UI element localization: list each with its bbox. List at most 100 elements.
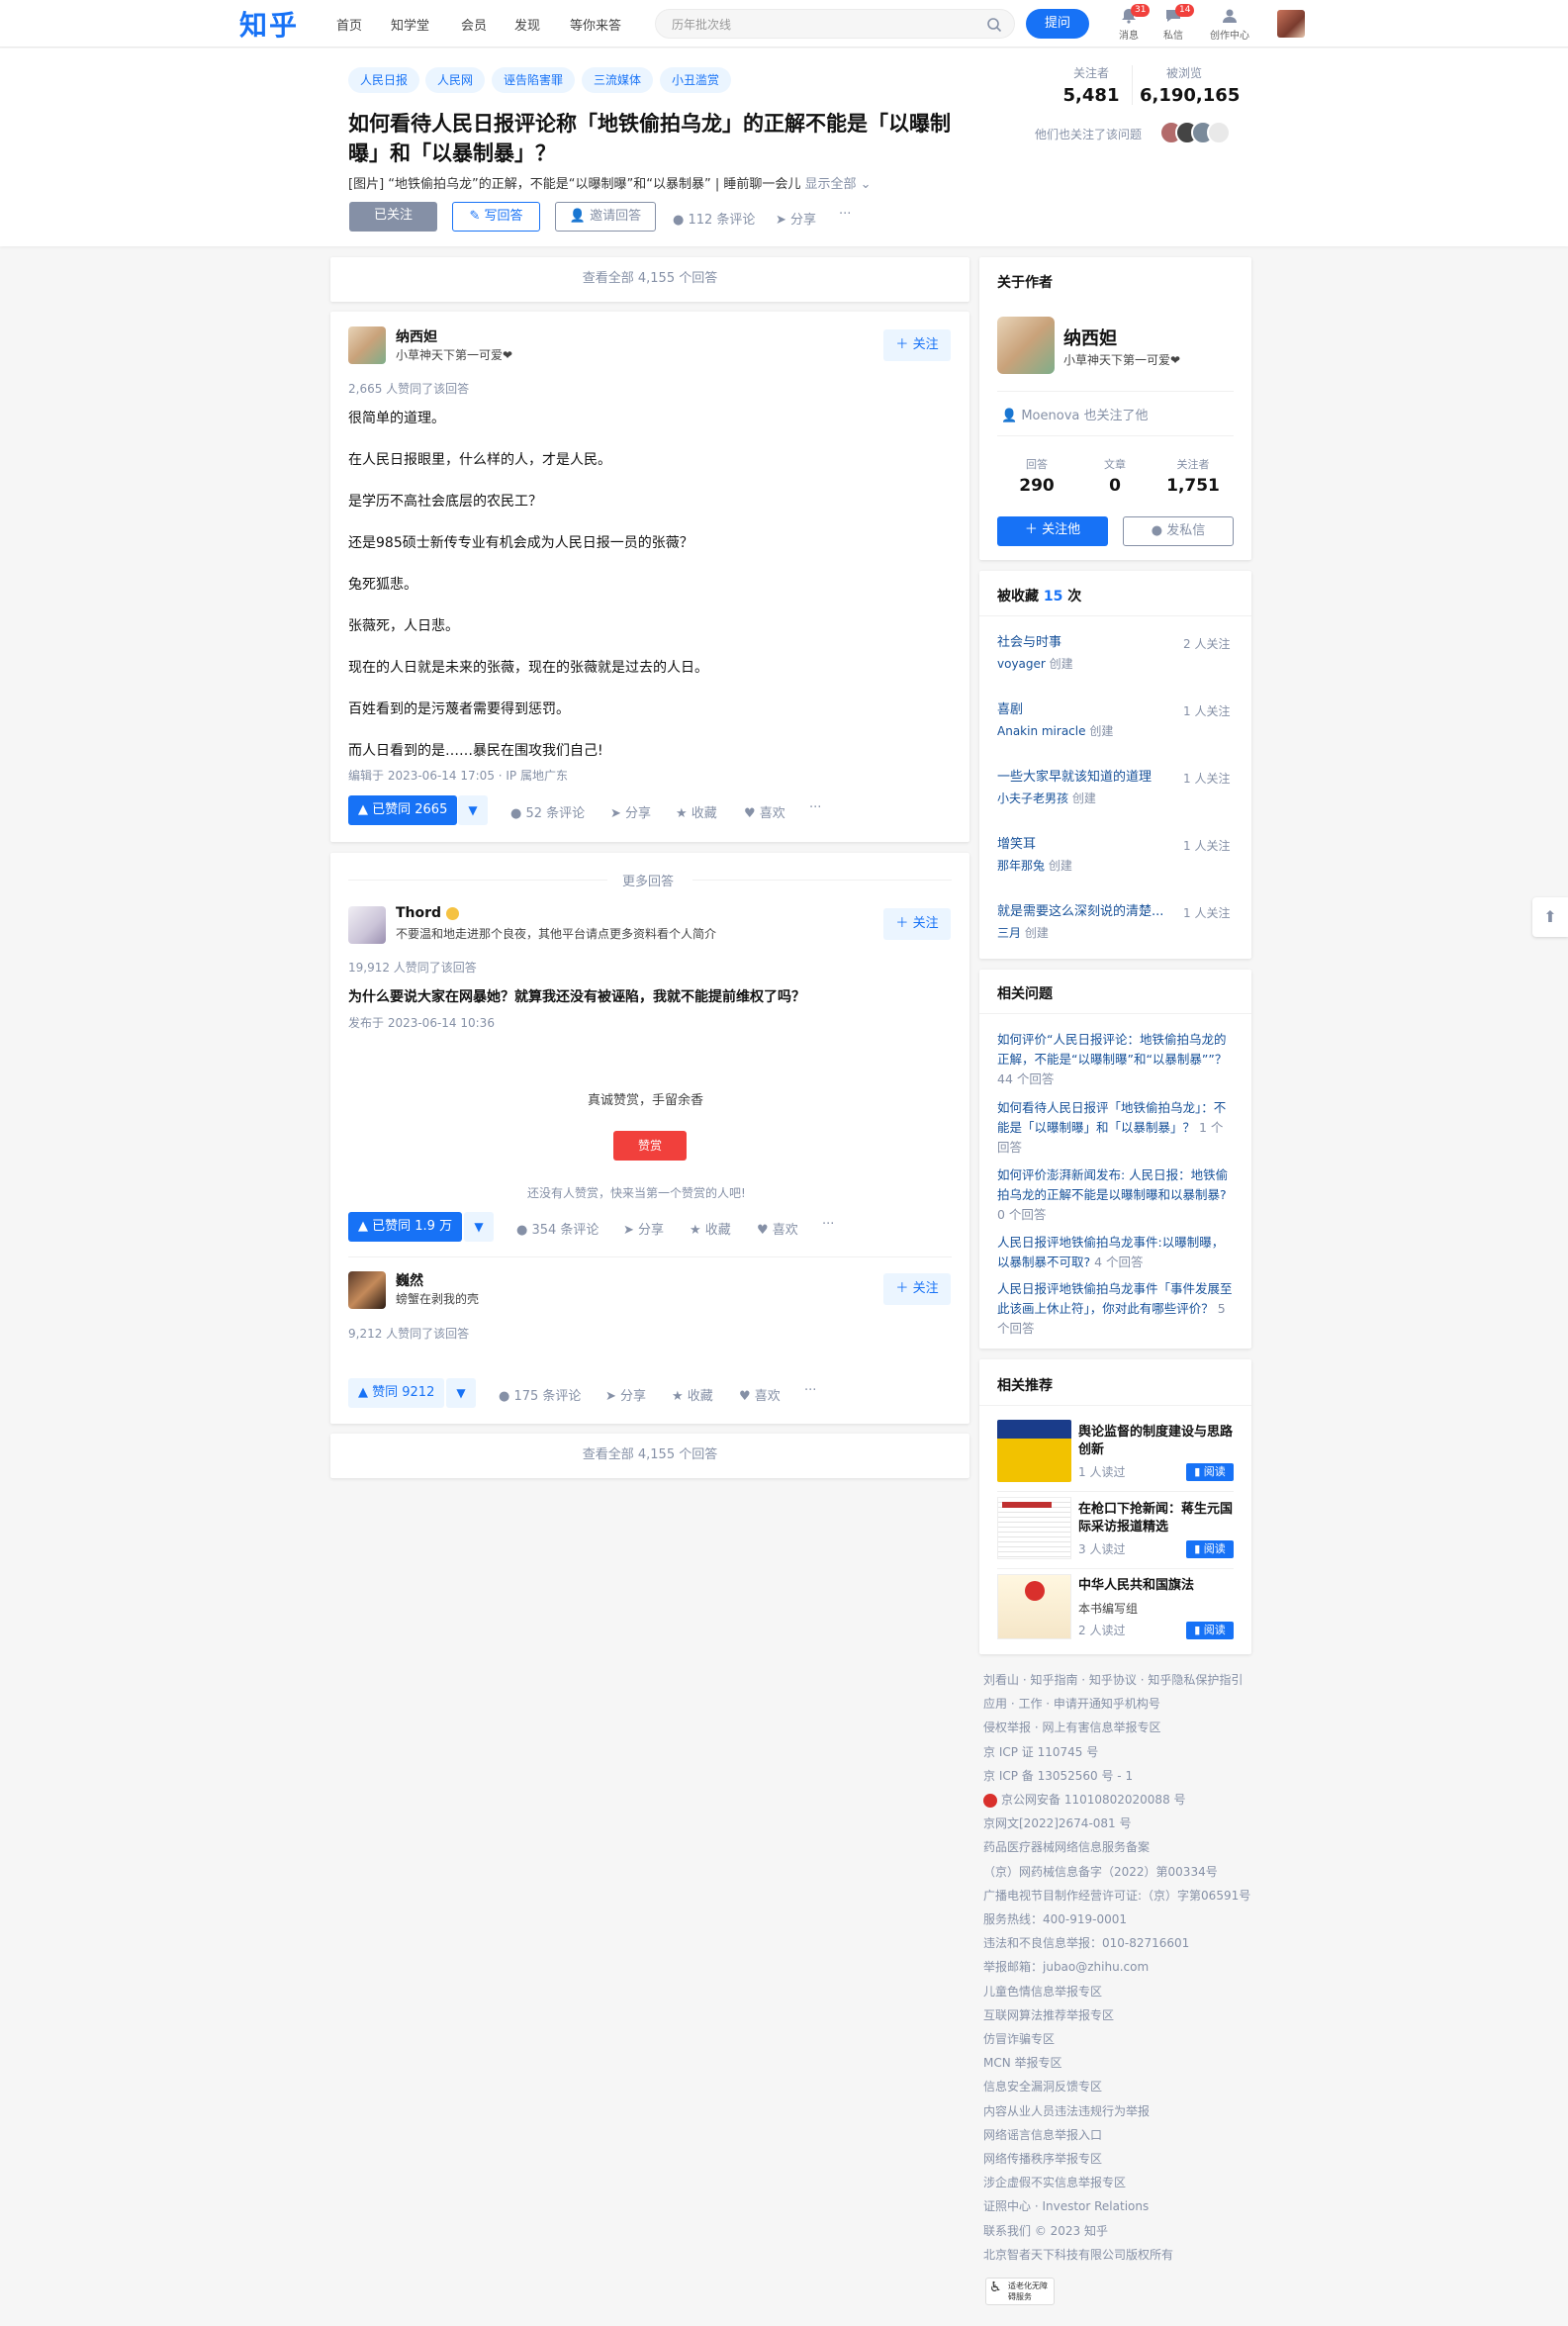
- read-button[interactable]: ▮ 阅读: [1186, 1463, 1234, 1481]
- book-title[interactable]: 舆论监督的制度建设与思路创新: [1078, 1424, 1237, 1459]
- followed-button[interactable]: 已关注: [349, 202, 437, 232]
- share-button[interactable]: ➤ 分享: [610, 802, 651, 821]
- chevron-down-icon[interactable]: ⌄: [861, 177, 872, 192]
- creator-name[interactable]: voyager: [997, 657, 1046, 671]
- send-message-button[interactable]: ● 发私信: [1123, 516, 1234, 546]
- follow-author-button[interactable]: ＋ 关注: [883, 1273, 951, 1305]
- write-answer-button[interactable]: ✎ 写回答: [452, 202, 540, 232]
- follow-author-button[interactable]: ＋ 关注: [883, 908, 951, 940]
- downvote-button[interactable]: ▼: [458, 795, 488, 825]
- footer-line[interactable]: 京 ICP 证 110745 号: [983, 1740, 1260, 1764]
- author-name[interactable]: 巍然: [396, 1270, 423, 1290]
- upvote-button[interactable]: ▲ 赞同 9212: [348, 1378, 445, 1408]
- messages-button[interactable]: 14 私信: [1153, 4, 1195, 42]
- book-cover[interactable]: [997, 1420, 1071, 1482]
- like-button[interactable]: ♥ 喜欢: [739, 1385, 781, 1404]
- book-cover[interactable]: [997, 1574, 1071, 1639]
- nav-home[interactable]: 首页: [336, 15, 362, 34]
- nav-discover[interactable]: 发现: [514, 15, 540, 34]
- notifications-button[interactable]: 31 消息: [1109, 4, 1151, 42]
- follow-author-sidebar-button[interactable]: ＋ 关注他: [997, 516, 1108, 546]
- share-button[interactable]: ➤ 分享: [623, 1219, 664, 1238]
- answer-title[interactable]: 为什么要说大家在网暴她？就算我还没有被诬陷，我就不能提前维权了吗？: [348, 986, 805, 1006]
- follow-author-button[interactable]: ＋ 关注: [883, 329, 951, 361]
- footer-line[interactable]: 服务热线：400-919-0001: [983, 1907, 1260, 1931]
- footer-line[interactable]: 侵权举报 · 网上有害信息举报专区: [983, 1716, 1260, 1739]
- collect-button[interactable]: ★ 收藏: [690, 1219, 731, 1238]
- topic-tag[interactable]: 小丑滥赏: [660, 67, 732, 93]
- footer-line[interactable]: 北京智者天下科技有限公司版权所有: [983, 2243, 1260, 2267]
- footer-line[interactable]: 内容从业人员违法违规行为举报: [983, 2099, 1260, 2123]
- view-all-answers-bottom[interactable]: 查看全部 4,155 个回答: [330, 1434, 969, 1478]
- footer-line[interactable]: 京网文[2022]2674-081 号: [983, 1812, 1260, 1835]
- author-name[interactable]: Thord: [396, 905, 459, 921]
- book-title[interactable]: 在枪口下抢新闻：蒋生元国际采访报道精选: [1078, 1501, 1237, 1536]
- footer-line[interactable]: 药品医疗器械网络信息服务备案: [983, 1835, 1260, 1859]
- collection-name[interactable]: 增笑耳: [997, 835, 1036, 855]
- more-button[interactable]: ···: [809, 800, 821, 815]
- footer-line[interactable]: 仿冒诈骗专区: [983, 2027, 1260, 2051]
- comments-button[interactable]: ● 52 条评论: [510, 802, 585, 821]
- collection-name[interactable]: 喜剧: [997, 700, 1023, 720]
- creator-name[interactable]: Anakin miracle: [997, 724, 1086, 738]
- nav-waiting[interactable]: 等你来答: [570, 15, 621, 34]
- footer-line[interactable]: 涉企虚假不实信息举报专区: [983, 2171, 1260, 2194]
- collection-name[interactable]: 一些大家早就该知道的道理: [997, 768, 1152, 788]
- like-button[interactable]: ♥ 喜欢: [744, 802, 785, 821]
- footer-line[interactable]: 广播电视节目制作经营许可证:（京）字第06591号: [983, 1884, 1260, 1907]
- accessibility-badge[interactable]: ♿ 适老化无障碍服务: [985, 2278, 1055, 2305]
- footer-line[interactable]: 证照中心 · Investor Relations: [983, 2194, 1260, 2218]
- creator-center-button[interactable]: 创作中心: [1208, 8, 1251, 42]
- topic-tag[interactable]: 人民网: [425, 67, 486, 93]
- collect-button[interactable]: ★ 收藏: [676, 802, 717, 821]
- upvote-button[interactable]: ▲ 已赞同 2665: [348, 795, 458, 825]
- share-button[interactable]: ➤ 分享: [605, 1385, 646, 1404]
- question-share-button[interactable]: ➤ 分享: [776, 209, 816, 228]
- downvote-button[interactable]: ▼: [464, 1212, 494, 1242]
- show-all-link[interactable]: 显示全部: [804, 177, 856, 192]
- more-button[interactable]: ···: [822, 1217, 834, 1232]
- footer-line[interactable]: 京公网安备 11010802020088 号: [983, 1788, 1260, 1812]
- book-title[interactable]: 中华人民共和国旗法: [1078, 1577, 1237, 1595]
- question-more-button[interactable]: ···: [839, 207, 851, 222]
- footer-line[interactable]: 联系我们 © 2023 知乎: [983, 2219, 1260, 2243]
- footer-line[interactable]: 网络谣言信息举报入口: [983, 2123, 1260, 2147]
- footer-line[interactable]: 儿童色情信息举报专区: [983, 1980, 1260, 2003]
- related-question-text[interactable]: 如何看待人民日报评「地铁偷拍乌龙」：不能是「以曝制曝」和「以暴制暴」？: [997, 1100, 1226, 1135]
- related-question[interactable]: 人民日报评地铁偷拍乌龙事件:以曝制曝，以暴制暴不可取? 4 个回答: [997, 1233, 1233, 1272]
- comments-button[interactable]: ● 175 条评论: [499, 1385, 581, 1404]
- ask-button[interactable]: 提问: [1026, 9, 1089, 39]
- zhihu-logo[interactable]: 知乎: [239, 4, 299, 44]
- creator-name[interactable]: 小夫子老男孩: [997, 791, 1068, 805]
- author-name[interactable]: 纳西妲: [1063, 325, 1117, 350]
- related-question[interactable]: 人民日报评地铁偷拍乌龙事件「事件发展至此该画上休止符」，你对此有哪些评价？ 5 …: [997, 1279, 1233, 1339]
- creator-name[interactable]: 三月: [997, 926, 1021, 940]
- comments-button[interactable]: ● 354 条评论: [516, 1219, 599, 1238]
- avatar[interactable]: [348, 1271, 386, 1309]
- related-question-text[interactable]: 如何评价“人民日报评论：地铁偷拍乌龙的正解，不能是“以曝制曝”和“以暴制暴””？: [997, 1032, 1227, 1067]
- avatar[interactable]: [997, 317, 1055, 374]
- topic-tag[interactable]: 人民日报: [348, 67, 420, 93]
- answers-stat[interactable]: 回答 290: [1007, 456, 1066, 496]
- search-icon[interactable]: [986, 17, 1002, 33]
- search-input[interactable]: 历年批次线: [655, 9, 1015, 39]
- related-question[interactable]: 如何评价“人民日报评论：地铁偷拍乌龙的正解，不能是“以曝制曝”和“以暴制暴””？…: [997, 1030, 1233, 1089]
- read-button[interactable]: ▮ 阅读: [1186, 1540, 1234, 1558]
- topic-tag[interactable]: 诬告陷害罪: [492, 67, 576, 93]
- read-button[interactable]: ▮ 阅读: [1186, 1622, 1234, 1639]
- book-cover[interactable]: [997, 1497, 1071, 1559]
- follower-avatars[interactable]: [1159, 121, 1234, 144]
- back-to-top-button[interactable]: ⬆: [1532, 897, 1568, 937]
- author-followers-stat[interactable]: 关注者 1,751: [1163, 456, 1223, 496]
- footer-line[interactable]: MCN 举报专区: [983, 2051, 1260, 2075]
- downvote-button[interactable]: ▼: [446, 1378, 476, 1408]
- footer-line[interactable]: 应用 · 工作 · 申请开通知乎机构号: [983, 1692, 1260, 1716]
- collection-name[interactable]: 社会与时事: [997, 633, 1061, 653]
- reward-button[interactable]: 赞赏: [613, 1131, 687, 1161]
- like-button[interactable]: ♥ 喜欢: [757, 1219, 798, 1238]
- footer-line[interactable]: 刘看山 · 知乎指南 · 知乎协议 · 知乎隐私保护指引: [983, 1668, 1260, 1692]
- related-question[interactable]: 如何看待人民日报评「地铁偷拍乌龙」：不能是「以曝制曝」和「以暴制暴」？ 1 个回…: [997, 1098, 1233, 1158]
- invite-answer-button[interactable]: 👤 邀请回答: [555, 202, 656, 232]
- footer-line[interactable]: 网络传播秩序举报专区: [983, 2147, 1260, 2171]
- nav-zhixuetang[interactable]: 知学堂: [391, 15, 429, 34]
